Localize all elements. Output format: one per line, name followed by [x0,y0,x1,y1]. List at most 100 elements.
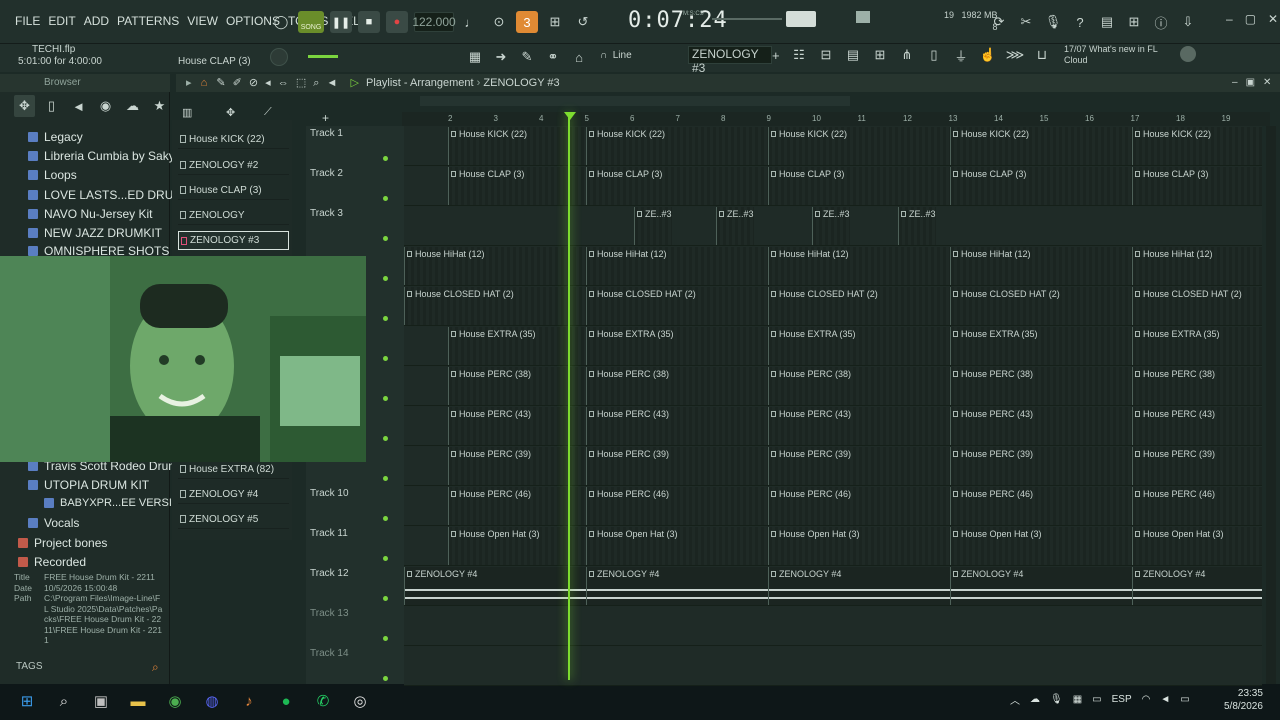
delete-icon[interactable]: ⊘ [249,77,258,89]
pattern-selector[interactable]: ZENOLOGY #3 [688,46,772,75]
cloud-icon[interactable]: ☁ [122,95,143,117]
track-label[interactable]: Track 10 [310,488,349,499]
playlist-clip[interactable]: House CLOSED HAT (2) [1132,287,1262,325]
playlist-clip[interactable]: House EXTRA (35) [950,327,1132,365]
record-button[interactable]: ● [386,11,408,33]
pattern-view-icon[interactable]: ▥ [182,106,192,119]
picker-item-selected[interactable]: ZENOLOGY #3 [178,231,289,250]
playlist-clip[interactable]: ZENOLOGY #4 [950,567,1132,605]
playhead[interactable] [568,112,570,680]
track-row[interactable] [404,646,1262,686]
browser-item-legacy[interactable]: Legacy [28,130,83,144]
picker-item[interactable]: House EXTRA (82) [178,460,289,479]
arrow-right-icon[interactable]: ➜ [490,46,512,68]
browser-icon[interactable]: ⋔ [896,44,918,66]
pencil-icon[interactable]: ✎ [516,46,538,68]
task-view-icon[interactable]: ▣ [88,688,114,714]
track-row[interactable] [404,606,1262,646]
play-icon[interactable]: ▷ [350,77,358,89]
track-label[interactable]: Track 13 [310,608,349,619]
menu-patterns[interactable]: PATTERNS [116,14,180,28]
track-enable-led[interactable] [383,636,388,641]
playlist-clip[interactable]: House PERC (43) [950,407,1132,445]
pitch-knob[interactable] [270,48,288,66]
download-icon[interactable]: ⇩ [1177,11,1199,33]
playlist-clip[interactable]: ZENOLOGY #4 [586,567,768,605]
track-enable-led[interactable] [383,356,388,361]
info-icon[interactable]: ⓘ [1150,11,1172,33]
cloud-icon[interactable]: ☁ [1030,694,1040,705]
track-label[interactable]: Track 2 [310,168,343,179]
track-enable-led[interactable] [383,316,388,321]
news-panel[interactable]: 17/07 What's new in FL Cloud [1064,44,1158,66]
playlist-clip[interactable]: House PERC (39) [586,447,768,485]
playlist-clip[interactable]: ZE..#3 [898,207,936,245]
track-label[interactable]: Track 12 [310,568,349,579]
loop-record-icon[interactable]: ↺ [572,11,594,33]
playlist-clip[interactable]: House Open Hat (3) [448,527,586,565]
plugin-icon[interactable]: ⊞ [1123,11,1145,33]
track-enable-led[interactable] [383,596,388,601]
countdown-icon[interactable]: 3 [516,11,538,33]
playlist-clip[interactable]: ZENOLOGY #4 [1132,567,1262,605]
language-indicator[interactable]: ESP [1112,694,1132,705]
playlist-clip[interactable]: House PERC (39) [768,447,950,485]
playlist-clip[interactable]: House CLAP (3) [768,167,950,205]
minimize-icon[interactable]: – [1226,12,1233,26]
menu-edit[interactable]: EDIT [47,14,76,28]
track-label[interactable]: Track 11 [310,528,348,539]
brush-icon[interactable]: ⟋ [264,106,272,119]
playlist-clip[interactable]: House PERC (38) [950,367,1132,405]
playlist-clip[interactable]: ZENOLOGY #4 [768,567,950,605]
picker-item[interactable]: ZENOLOGY #4 [178,485,289,504]
picker-item[interactable]: ZENOLOGY #5 [178,510,289,529]
playlist-clip[interactable]: House PERC (43) [1132,407,1262,445]
browser-item-loops[interactable]: Loops [28,168,77,182]
track-enable-led[interactable] [383,156,388,161]
playlist-clip[interactable]: ZE..#3 [716,207,754,245]
playlist-clip[interactable]: House PERC (46) [1132,487,1262,525]
playlist-clip[interactable]: House CLAP (3) [1132,167,1262,205]
scissors-icon[interactable]: ✂ [1015,11,1037,33]
playhead-marker-icon[interactable] [564,112,576,120]
refresh-icon[interactable]: ⟳ [988,11,1010,33]
circle-icon[interactable]: ◯ [270,11,292,33]
microphone-icon[interactable]: 🎙 [1042,11,1064,33]
playlist-clip[interactable]: House CLAP (3) [950,167,1132,205]
star-icon[interactable]: ★ [149,95,170,117]
menu-file[interactable]: FILE [14,14,41,28]
playlist-clip[interactable]: House PERC (46) [950,487,1132,525]
playlist-clip[interactable]: House PERC (38) [586,367,768,405]
playlist-clip[interactable]: House KICK (22) [586,127,768,165]
playlist-clip[interactable]: House PERC (46) [586,487,768,525]
stamp-icon[interactable]: ⌂ [568,46,590,68]
mixer-icon[interactable]: ☷ [788,44,810,66]
track-enable-led[interactable] [383,196,388,201]
playlist-clip[interactable]: House CLAP (3) [448,167,586,205]
picker-item[interactable]: House KICK (22) [178,130,289,149]
playlist-clip[interactable]: House PERC (39) [950,447,1132,485]
playlist-clip[interactable]: House PERC (46) [768,487,950,525]
arrows-icon[interactable]: ✥ [226,106,235,119]
playlist-clip[interactable]: House KICK (22) [768,127,950,165]
tags-label[interactable]: TAGS [16,661,42,672]
search-icon[interactable]: ⌕ [51,688,77,714]
playlist-clip[interactable]: House HiHat (12) [768,247,950,285]
windows-start-icon[interactable]: ⊞ [14,688,40,714]
track-enable-led[interactable] [383,436,388,441]
detach-icon[interactable]: ▣ [1246,77,1255,88]
browser-item-utopia[interactable]: UTOPIA DRUM KIT [28,478,149,492]
close-icon[interactable]: ✕ [1268,12,1278,26]
browser-item-project-bones[interactable]: Project bones [18,536,107,550]
tempo-display[interactable]: 122.000 [412,12,456,32]
globe-icon[interactable] [1180,46,1196,62]
menu-add[interactable]: ADD [83,14,110,28]
playlist-clip[interactable]: House HiHat (12) [1132,247,1262,285]
playlist-clip[interactable]: House KICK (22) [950,127,1132,165]
pencil-icon[interactable]: ✎ [216,77,225,89]
paint-icon[interactable]: ✐ [233,77,242,89]
picker-item[interactable]: ZENOLOGY [178,206,289,225]
playlist-clip[interactable]: House PERC (38) [448,367,586,405]
speaker-icon[interactable]: ◄ [327,77,338,89]
playlist-clip[interactable]: House Open Hat (3) [586,527,768,565]
